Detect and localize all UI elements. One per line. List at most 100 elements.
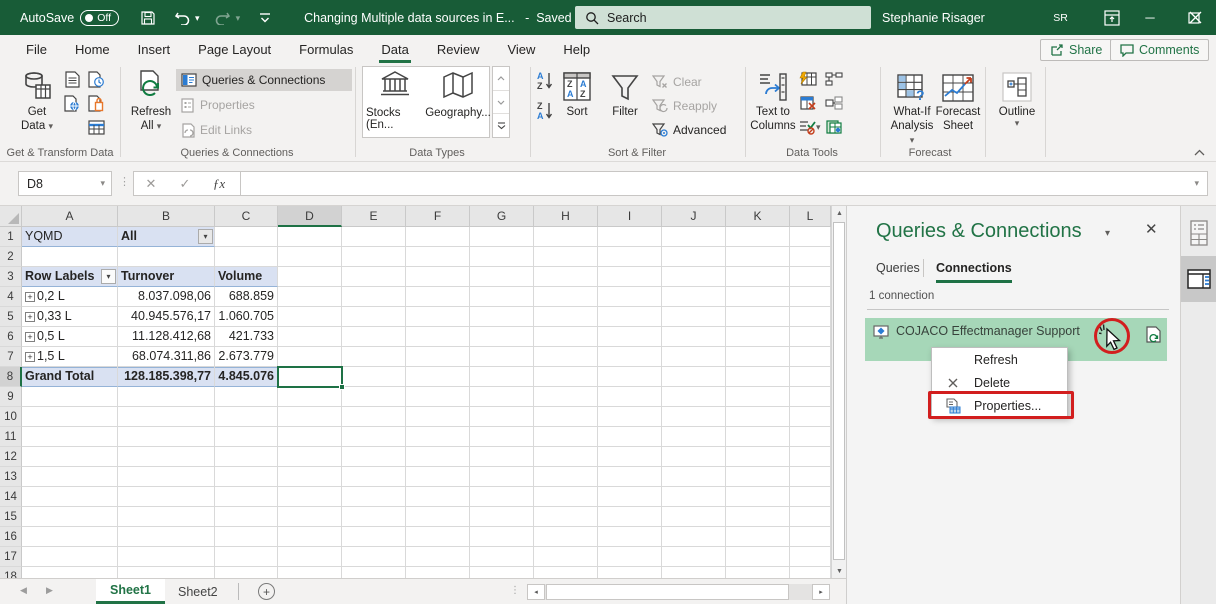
hscroll-right-icon[interactable]: ▸ xyxy=(812,584,830,600)
cell-A1[interactable]: YQMD xyxy=(22,227,118,247)
cell-K13[interactable] xyxy=(726,467,790,487)
sheet-nav-right-icon[interactable]: ▶ xyxy=(46,585,53,596)
cell-K4[interactable] xyxy=(726,287,790,307)
cell-G17[interactable] xyxy=(470,547,534,567)
cell-F8[interactable] xyxy=(406,367,470,387)
sort-button[interactable]: ZAAZ Sort xyxy=(558,68,596,119)
cell-A14[interactable] xyxy=(22,487,118,507)
cell-G6[interactable] xyxy=(470,327,534,347)
cell-K3[interactable] xyxy=(726,267,790,287)
cell-G8[interactable] xyxy=(470,367,534,387)
cell-A13[interactable] xyxy=(22,467,118,487)
row-header-7[interactable]: 7 xyxy=(0,347,22,367)
cell-H6[interactable] xyxy=(534,327,598,347)
cell-K16[interactable] xyxy=(726,527,790,547)
cell-G9[interactable] xyxy=(470,387,534,407)
cell-D17[interactable] xyxy=(278,547,342,567)
cell-C4[interactable]: 688.859 xyxy=(215,287,278,307)
cell-E7[interactable] xyxy=(342,347,406,367)
cell-D2[interactable] xyxy=(278,247,342,267)
cell-J17[interactable] xyxy=(662,547,726,567)
cell-L8[interactable] xyxy=(790,367,831,387)
from-table-range-icon[interactable] xyxy=(86,117,106,137)
cell-C3[interactable]: Volume xyxy=(215,267,278,287)
cell-K11[interactable] xyxy=(726,427,790,447)
cell-I8[interactable] xyxy=(598,367,662,387)
cell-G2[interactable] xyxy=(470,247,534,267)
cell-J16[interactable] xyxy=(662,527,726,547)
cell-B8[interactable]: 128.185.398,77 xyxy=(118,367,215,387)
column-header-F[interactable]: F xyxy=(406,206,470,227)
sort-az-icon[interactable]: AZ xyxy=(536,71,556,91)
sheet-tab-sheet1[interactable]: Sheet1 xyxy=(96,579,165,604)
cell-L15[interactable] xyxy=(790,507,831,527)
data-validation-dropdown-icon[interactable]: ▾ xyxy=(816,123,821,131)
cell-K10[interactable] xyxy=(726,407,790,427)
cell-C12[interactable] xyxy=(215,447,278,467)
from-web-icon[interactable] xyxy=(62,93,82,113)
cell-E5[interactable] xyxy=(342,307,406,327)
column-header-C[interactable]: C xyxy=(215,206,278,227)
close-button[interactable] xyxy=(1174,0,1216,35)
row-header-16[interactable]: 16 xyxy=(0,527,22,547)
context-menu-item-refresh[interactable]: Refresh xyxy=(932,348,1067,371)
row-header-10[interactable]: 10 xyxy=(0,407,22,427)
cell-E6[interactable] xyxy=(342,327,406,347)
cell-H17[interactable] xyxy=(534,547,598,567)
cell-K17[interactable] xyxy=(726,547,790,567)
minimize-button[interactable]: ─ xyxy=(1128,0,1172,35)
cell-L9[interactable] xyxy=(790,387,831,407)
cell-B18[interactable] xyxy=(118,567,215,578)
filter-button[interactable]: Filter xyxy=(604,68,646,119)
row-header-9[interactable]: 9 xyxy=(0,387,22,407)
cell-G4[interactable] xyxy=(470,287,534,307)
queries-connections-toggle[interactable]: Queries & Connections xyxy=(176,69,352,91)
row-header-4[interactable]: 4 xyxy=(0,287,22,307)
sheet-tab-sheet2[interactable]: Sheet2 xyxy=(164,579,232,604)
cell-C11[interactable] xyxy=(215,427,278,447)
row-header-13[interactable]: 13 xyxy=(0,467,22,487)
cell-F9[interactable] xyxy=(406,387,470,407)
cell-H4[interactable] xyxy=(534,287,598,307)
cell-K8[interactable] xyxy=(726,367,790,387)
cell-B6[interactable]: 11.128.412,68 xyxy=(118,327,215,347)
cell-K18[interactable] xyxy=(726,567,790,578)
cell-G1[interactable] xyxy=(470,227,534,247)
column-header-H[interactable]: H xyxy=(534,206,598,227)
name-box[interactable]: D8 ▾ xyxy=(18,171,112,196)
cell-H9[interactable] xyxy=(534,387,598,407)
cell-I5[interactable] xyxy=(598,307,662,327)
cell-F7[interactable] xyxy=(406,347,470,367)
cell-G12[interactable] xyxy=(470,447,534,467)
advanced-filter-button[interactable]: Advanced xyxy=(652,119,726,141)
cell-G3[interactable] xyxy=(470,267,534,287)
get-data-button[interactable]: Get Data ▾ xyxy=(14,68,60,133)
cell-L12[interactable] xyxy=(790,447,831,467)
cell-F4[interactable] xyxy=(406,287,470,307)
cell-H7[interactable] xyxy=(534,347,598,367)
cell-E10[interactable] xyxy=(342,407,406,427)
cell-H12[interactable] xyxy=(534,447,598,467)
cell-I6[interactable] xyxy=(598,327,662,347)
cell-B2[interactable] xyxy=(118,247,215,267)
cell-F5[interactable] xyxy=(406,307,470,327)
cell-F17[interactable] xyxy=(406,547,470,567)
ribbon-tab-data[interactable]: Data xyxy=(367,35,422,63)
comments-button[interactable]: Comments xyxy=(1110,39,1209,61)
cell-K9[interactable] xyxy=(726,387,790,407)
cell-E2[interactable] xyxy=(342,247,406,267)
cell-D13[interactable] xyxy=(278,467,342,487)
cell-D1[interactable] xyxy=(278,227,342,247)
cell-F11[interactable] xyxy=(406,427,470,447)
cell-G11[interactable] xyxy=(470,427,534,447)
cell-A17[interactable] xyxy=(22,547,118,567)
cell-J3[interactable] xyxy=(662,267,726,287)
expand-icon[interactable]: + xyxy=(25,332,35,342)
quick-access-toolbar-icon[interactable] xyxy=(252,6,278,30)
formula-bar-expand-icon[interactable]: ▾ xyxy=(1194,178,1207,189)
cell-C5[interactable]: 1.060.705 xyxy=(215,307,278,327)
cell-H10[interactable] xyxy=(534,407,598,427)
cell-C6[interactable]: 421.733 xyxy=(215,327,278,347)
cell-H18[interactable] xyxy=(534,567,598,578)
cell-I14[interactable] xyxy=(598,487,662,507)
